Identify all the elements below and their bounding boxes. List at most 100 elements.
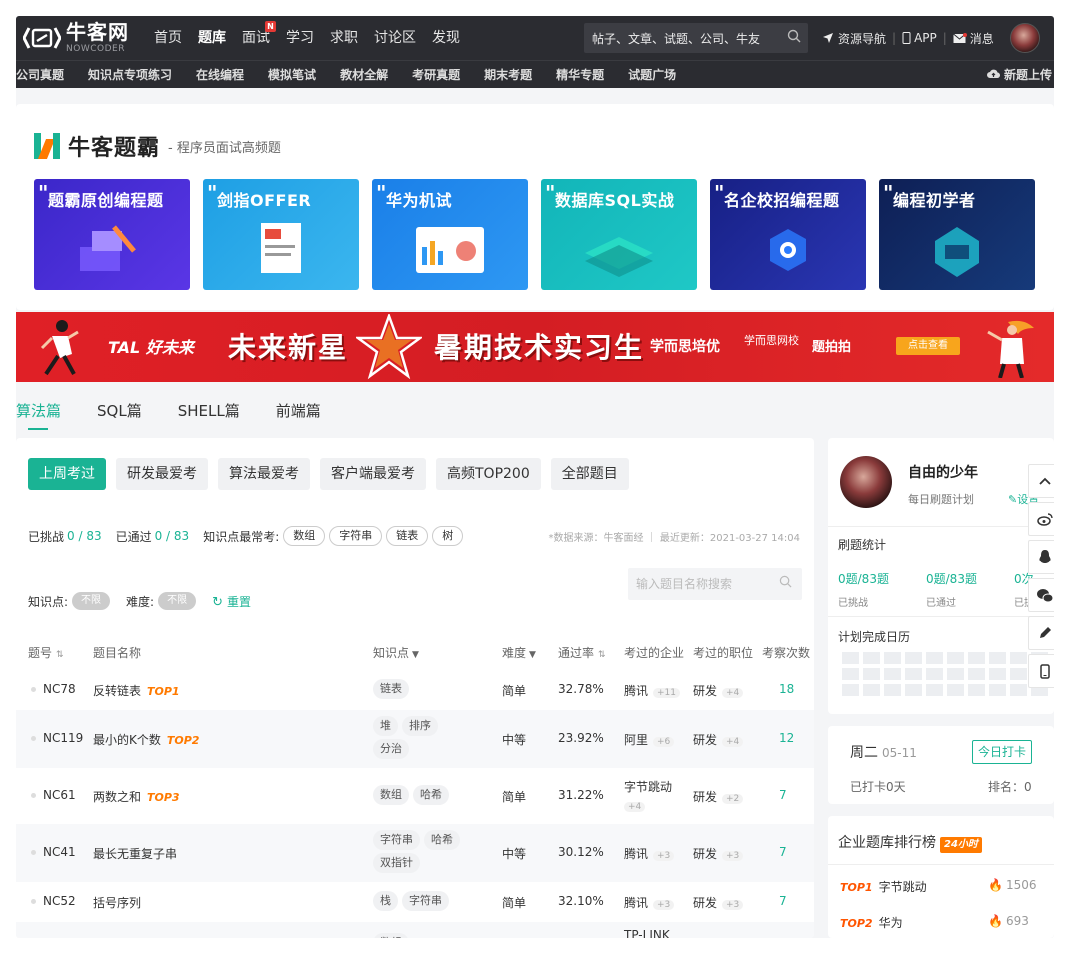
ranking-item[interactable]: TOP1 字节跳动: [840, 878, 927, 895]
company[interactable]: 阿里 +6: [624, 731, 675, 748]
reset-button[interactable]: ↻ 重置: [212, 593, 251, 610]
table-row[interactable]: NC61 两数之和 TOP3 数组 哈希 简单 31.22% 字节跳动 +4 研发 +2 7: [16, 768, 814, 824]
profile-name[interactable]: 自由的少年: [908, 462, 978, 482]
question-id[interactable]: NC78: [43, 682, 76, 696]
messages-link[interactable]: 消息: [949, 30, 998, 47]
table-row[interactable]: NC78 反转链表 TOP1 链表 简单 32.78% 腾讯 +11 研发 +4 18: [16, 670, 814, 710]
difficulty-filter-select[interactable]: 不限: [158, 592, 197, 610]
knowledge-tag[interactable]: 字符串: [402, 891, 449, 911]
sort-icon[interactable]: ⇅: [56, 650, 64, 660]
tab-frontend[interactable]: 前端篇: [276, 400, 321, 434]
card-jianzhi-offer[interactable]: " 剑指OFFER: [203, 179, 359, 290]
subnav-question-plaza[interactable]: 试题广场: [616, 61, 688, 89]
position[interactable]: 研发 +3: [693, 845, 744, 862]
knowledge-tag[interactable]: 排序: [402, 716, 438, 736]
position[interactable]: 研发+4: [693, 731, 744, 748]
tab-shell[interactable]: SHELL篇: [178, 400, 240, 434]
company[interactable]: 字节跳动 +4: [624, 778, 672, 816]
app-link[interactable]: APP: [898, 31, 941, 45]
table-row[interactable]: NC119 最小的K个数 TOP2 堆排序 分治 中等 23.92% 阿里 +6 研发 +4 12: [16, 710, 814, 768]
table-row[interactable]: NC41 最长无重复子串 字符串 哈希 双指针 中等 30.12% 腾讯 +3 研发 +3 7: [16, 824, 814, 882]
knowledge-tag[interactable]: 数组: [373, 785, 409, 805]
edit-icon[interactable]: [1028, 616, 1054, 650]
qtab-client-favorite[interactable]: 客户端最爱考: [320, 458, 426, 490]
knowledge-tag[interactable]: 分治: [373, 739, 409, 759]
subnav-textbook[interactable]: 教材全解: [328, 61, 400, 89]
logo[interactable]: 牛客网 NOWCODER: [16, 22, 146, 54]
company[interactable]: 腾讯 +3: [624, 894, 675, 911]
nav-learn[interactable]: 学习: [278, 16, 322, 60]
qtab-dev-favorite[interactable]: 研发最爱考: [116, 458, 208, 490]
knowledge-tag[interactable]: 栈: [373, 891, 398, 911]
question-title[interactable]: 括号序列: [93, 894, 147, 911]
subnav-company-questions[interactable]: 公司真题: [16, 61, 76, 89]
top-search-box[interactable]: 帖子、文章、试题、公司、牛友: [584, 23, 808, 53]
common-tag[interactable]: 树: [432, 526, 464, 546]
subnav-featured[interactable]: 精华专题: [544, 61, 616, 89]
knowledge-tag[interactable]: 哈希: [424, 830, 460, 850]
position[interactable]: 研发+4: [693, 936, 743, 938]
mobile-icon[interactable]: [1028, 654, 1054, 688]
header-pass-rate[interactable]: 通过率 ⇅: [558, 644, 606, 661]
chevron-up-icon[interactable]: [1028, 464, 1054, 498]
company[interactable]: 腾讯 +11: [624, 682, 681, 699]
qtab-top200[interactable]: 高频TOP200: [436, 458, 541, 490]
company[interactable]: 腾讯 +3: [624, 845, 675, 862]
nav-discover[interactable]: 发现: [424, 16, 468, 60]
upload-question-button[interactable]: 新题上传: [986, 61, 1052, 89]
question-id[interactable]: NC52: [43, 894, 76, 908]
question-search-input[interactable]: 输入题目名称搜索: [628, 568, 802, 600]
question-title[interactable]: 斐波那契数列: [93, 936, 171, 938]
knowledge-tag[interactable]: 链表: [373, 679, 409, 699]
card-beginner[interactable]: " 编程初学者: [879, 179, 1035, 290]
subnav-postgrad[interactable]: 考研真题: [400, 61, 472, 89]
table-row[interactable]: NC52 括号序列 栈字符串 简单 32.10% 腾讯 +3 研发 +3 7: [16, 882, 814, 922]
position[interactable]: 研发 +3: [693, 894, 744, 911]
qtab-algo-favorite[interactable]: 算法最爱考: [218, 458, 310, 490]
question-title[interactable]: 最小的K个数 TOP2: [93, 731, 199, 748]
position[interactable]: 研发 +2: [693, 788, 744, 805]
nav-home[interactable]: 首页: [146, 16, 190, 60]
card-tiba-original[interactable]: " 题霸原创编程题: [34, 179, 190, 290]
question-title[interactable]: 两数之和 TOP3: [93, 788, 180, 805]
qtab-all[interactable]: 全部题目: [550, 458, 629, 490]
company[interactable]: TP-LINK+6: [624, 926, 670, 938]
header-difficulty[interactable]: 难度 ▼: [502, 644, 536, 661]
promo-banner[interactable]: TAL 好未来 未来新星 暑期技术实习生 学而思培优 学而思网校 题拍拍 点击查…: [16, 312, 1054, 382]
question-id[interactable]: NC65: [43, 936, 76, 938]
nav-interview[interactable]: 面试 N: [234, 16, 278, 60]
card-huawei-exam[interactable]: " 华为机试: [372, 179, 528, 290]
wechat-icon[interactable]: [1028, 578, 1054, 612]
subnav-online-coding[interactable]: 在线编程: [184, 61, 256, 89]
nav-jobs[interactable]: 求职: [322, 16, 366, 60]
table-row[interactable]: NC65 斐波那契数列 数组入门 33.01% TP-LINK+6 研发+4 7: [16, 922, 814, 938]
ranking-item[interactable]: TOP2 华为: [840, 914, 903, 931]
qq-icon[interactable]: [1028, 540, 1054, 574]
header-id[interactable]: 题号 ⇅: [28, 644, 64, 661]
resource-nav-link[interactable]: 资源导航: [818, 30, 890, 47]
knowledge-tag[interactable]: 双指针: [373, 853, 420, 873]
banner-cta-button[interactable]: 点击查看: [896, 337, 960, 355]
card-top-company[interactable]: " 名企校招编程题: [710, 179, 866, 290]
question-title[interactable]: 反转链表 TOP1: [93, 682, 180, 699]
knowledge-tag[interactable]: 字符串: [373, 830, 420, 850]
weibo-icon[interactable]: [1028, 502, 1054, 536]
user-avatar[interactable]: [1009, 23, 1040, 53]
header-knowledge[interactable]: 知识点 ▼: [373, 644, 419, 661]
search-icon[interactable]: [780, 29, 808, 47]
tab-algorithm[interactable]: 算法篇: [16, 400, 61, 434]
knowledge-filter-select[interactable]: 不限: [72, 592, 111, 610]
question-id[interactable]: NC41: [43, 845, 76, 859]
position[interactable]: 研发+4: [693, 682, 744, 699]
common-tag[interactable]: 字符串: [329, 526, 383, 546]
qtab-last-week[interactable]: 上周考过: [28, 458, 106, 490]
tab-sql[interactable]: SQL篇: [97, 400, 142, 434]
top-search-input[interactable]: 帖子、文章、试题、公司、牛友: [592, 30, 780, 47]
subnav-final-exam[interactable]: 期末考题: [472, 61, 544, 89]
checkin-button[interactable]: 今日打卡: [972, 740, 1032, 764]
knowledge-tag[interactable]: 哈希: [413, 785, 449, 805]
question-id[interactable]: NC61: [43, 788, 76, 802]
subnav-knowledge-practice[interactable]: 知识点专项练习: [76, 61, 184, 89]
sort-icon[interactable]: ⇅: [598, 650, 606, 660]
nav-question-bank[interactable]: 题库: [190, 16, 234, 60]
